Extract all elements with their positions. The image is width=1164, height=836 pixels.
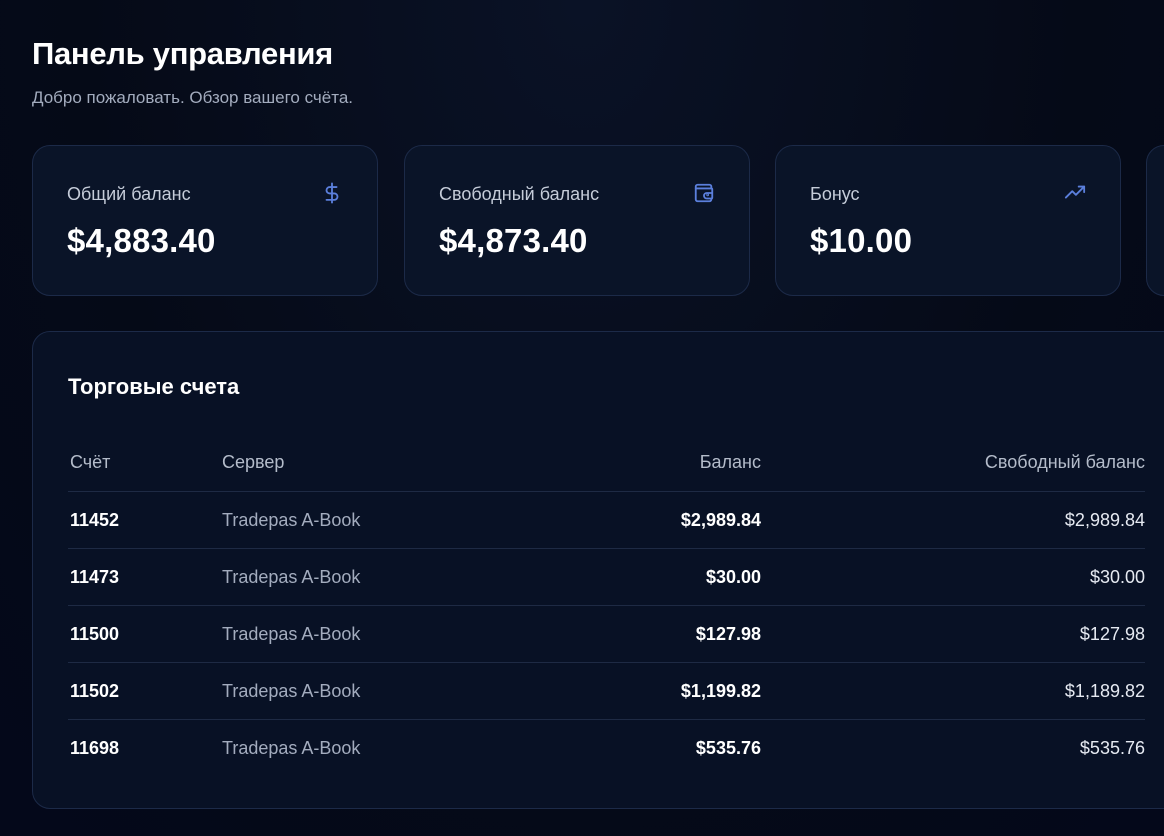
account-number: 11500	[68, 605, 222, 663]
column-header-server: Сервер	[222, 434, 522, 492]
server-name: Tradepas A-Book	[222, 548, 522, 606]
trending-up-icon	[1064, 182, 1086, 204]
card-value: $4,883.40	[67, 222, 216, 259]
card-label: Общий баланс	[67, 184, 191, 204]
panel-title: Торговые счета	[68, 374, 240, 399]
column-header-balance: Баланс	[522, 434, 761, 492]
card-partial	[1146, 145, 1164, 296]
table-row[interactable]: 11502 Tradepas A-Book $1,199.82 $1,189.8…	[68, 662, 1145, 720]
page-title: Панель управления	[32, 36, 333, 71]
account-number: 11502	[68, 662, 222, 720]
accounts-table: Счёт Сервер Баланс Свободный баланс 1145…	[68, 434, 1145, 776]
server-name: Tradepas A-Book	[222, 662, 522, 720]
dollar-icon	[321, 182, 343, 204]
trading-accounts-panel: Торговые счета Счёт Сервер Баланс Свобод…	[32, 331, 1164, 809]
dashboard-page: Панель управления Добро пожаловать. Обзо…	[0, 0, 1164, 836]
account-number: 11473	[68, 548, 222, 606]
balance-value: $127.98	[522, 605, 761, 663]
free-balance-value: $1,189.82	[761, 662, 1145, 720]
balance-value: $1,199.82	[522, 662, 761, 720]
card-total-balance: Общий баланс $4,883.40	[32, 145, 378, 296]
server-name: Tradepas A-Book	[222, 737, 361, 758]
column-header-account: Счёт	[68, 434, 222, 492]
card-free-balance: Свободный баланс $4,873.40	[404, 145, 750, 296]
account-number: 11452	[68, 491, 222, 549]
account-number: 11698	[70, 737, 120, 758]
card-label: Бонус	[810, 184, 860, 204]
page-subtitle: Добро пожаловать. Обзор вашего счёта.	[32, 88, 354, 107]
balance-value: $2,989.84	[522, 491, 761, 549]
table-row[interactable]: 11473 Tradepas A-Book $30.00 $30.00	[68, 548, 1145, 606]
free-balance-value: $2,989.84	[761, 491, 1145, 549]
free-balance-value: $30.00	[761, 548, 1145, 606]
column-header-free-balance: Свободный баланс	[761, 434, 1145, 492]
wallet-icon	[693, 182, 715, 204]
balance-value: $30.00	[522, 548, 761, 606]
server-name: Tradepas A-Book	[222, 491, 522, 549]
table-row[interactable]: 11452 Tradepas A-Book $2,989.84 $2,989.8…	[68, 491, 1145, 549]
balance-value: $535.76	[695, 737, 761, 758]
card-label: Свободный баланс	[439, 184, 600, 204]
server-name: Tradepas A-Book	[222, 605, 522, 663]
free-balance-value: $127.98	[761, 605, 1145, 663]
table-row[interactable]: 11500 Tradepas A-Book $127.98 $127.98	[68, 605, 1145, 663]
free-balance-value: $535.76	[1079, 737, 1145, 758]
card-value: $10.00	[810, 222, 913, 259]
table-row[interactable]: 11698 Tradepas A-Book $535.76 $535.76	[68, 720, 1145, 777]
table-header-row: Счёт Сервер Баланс Свободный баланс	[68, 434, 1145, 492]
card-bonus: Бонус $10.00	[775, 145, 1121, 296]
card-value: $4,873.40	[439, 222, 588, 259]
